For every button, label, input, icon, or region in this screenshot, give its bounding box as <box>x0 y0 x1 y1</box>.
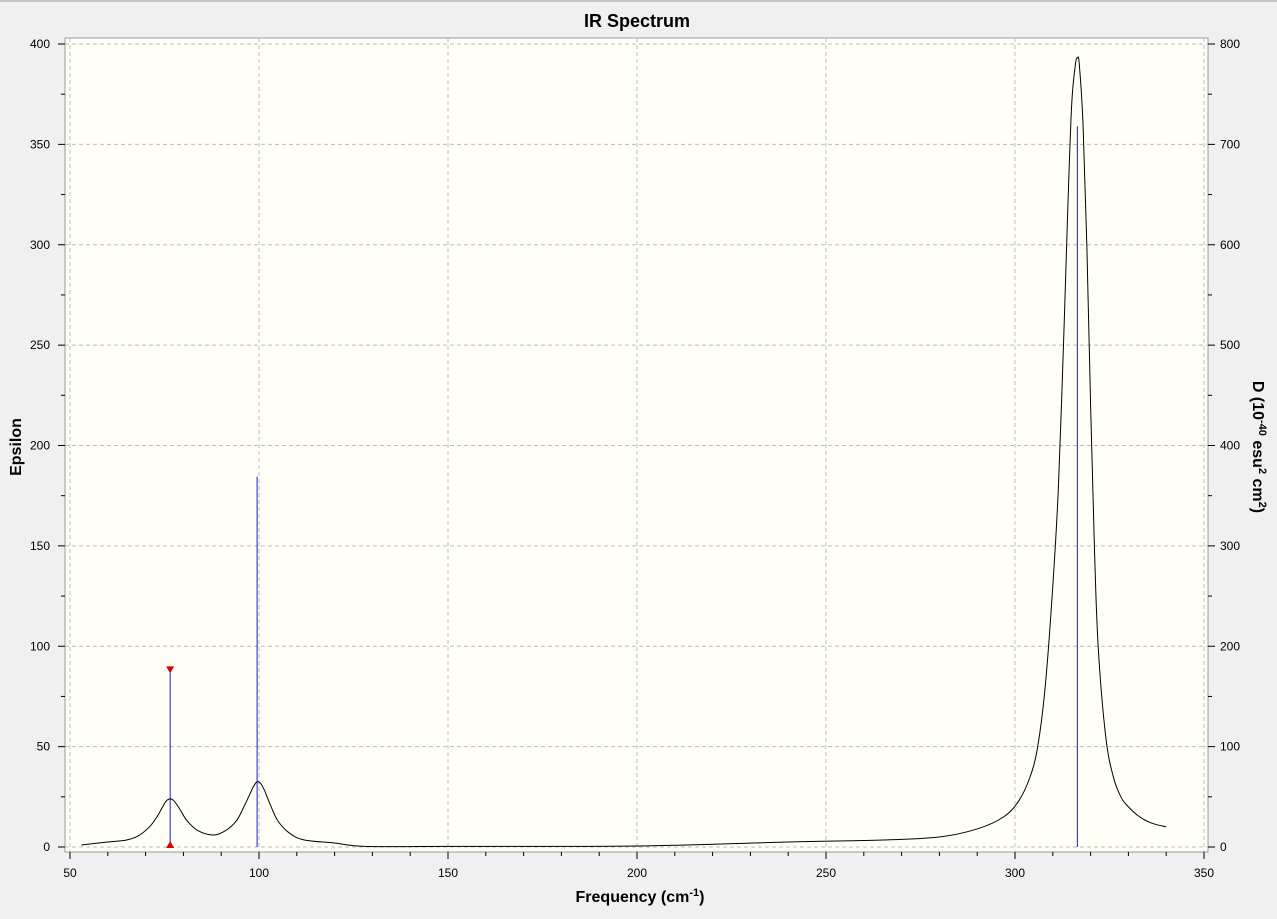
ir-spectrum-window: IR Spectrum 0 50 100 150 200 250 300 350 400 0 10… <box>0 0 1277 914</box>
right-tick-label: 100 <box>1220 740 1240 754</box>
left-tick-label: 150 <box>30 539 50 553</box>
right-tick-label: 300 <box>1220 539 1240 553</box>
left-tick-label: 400 <box>30 37 50 51</box>
right-tick-label: 200 <box>1220 639 1240 653</box>
right-y-axis-label: D (10-40 esu2 cm2) <box>1249 381 1268 513</box>
right-tick-label: 600 <box>1220 238 1240 252</box>
left-y-axis-label: Epsilon <box>8 418 25 476</box>
ir-spectrum-chart: IR Spectrum 0 50 100 150 200 250 300 350 400 0 10… <box>0 0 1277 914</box>
x-tick-label: 200 <box>627 866 647 880</box>
left-tick-label: 250 <box>30 338 50 352</box>
x-tick-label: 100 <box>249 866 269 880</box>
x-axis-label-end: ) <box>699 889 704 906</box>
x-tick-label: 350 <box>1194 866 1214 880</box>
left-tick-label: 0 <box>43 840 50 854</box>
x-tick-label: 50 <box>63 866 77 880</box>
x-tick-label: 150 <box>438 866 458 880</box>
x-tick-label: 300 <box>1005 866 1025 880</box>
right-tick-label: 400 <box>1220 439 1240 453</box>
chart-title: IR Spectrum <box>584 11 690 31</box>
right-tick-label: 800 <box>1220 37 1240 51</box>
right-tick-label: 500 <box>1220 338 1240 352</box>
left-tick-label: 200 <box>30 439 50 453</box>
left-tick-label: 50 <box>37 740 51 754</box>
left-tick-label: 100 <box>30 639 50 653</box>
x-tick-label: 250 <box>816 866 836 880</box>
right-tick-label: 0 <box>1220 840 1227 854</box>
x-axis-label: Frequency (cm-1) <box>576 887 705 906</box>
left-tick-label: 300 <box>30 238 50 252</box>
right-tick-label: 700 <box>1220 137 1240 151</box>
left-tick-label: 350 <box>30 137 50 151</box>
x-axis-label-sup: -1 <box>689 887 699 899</box>
